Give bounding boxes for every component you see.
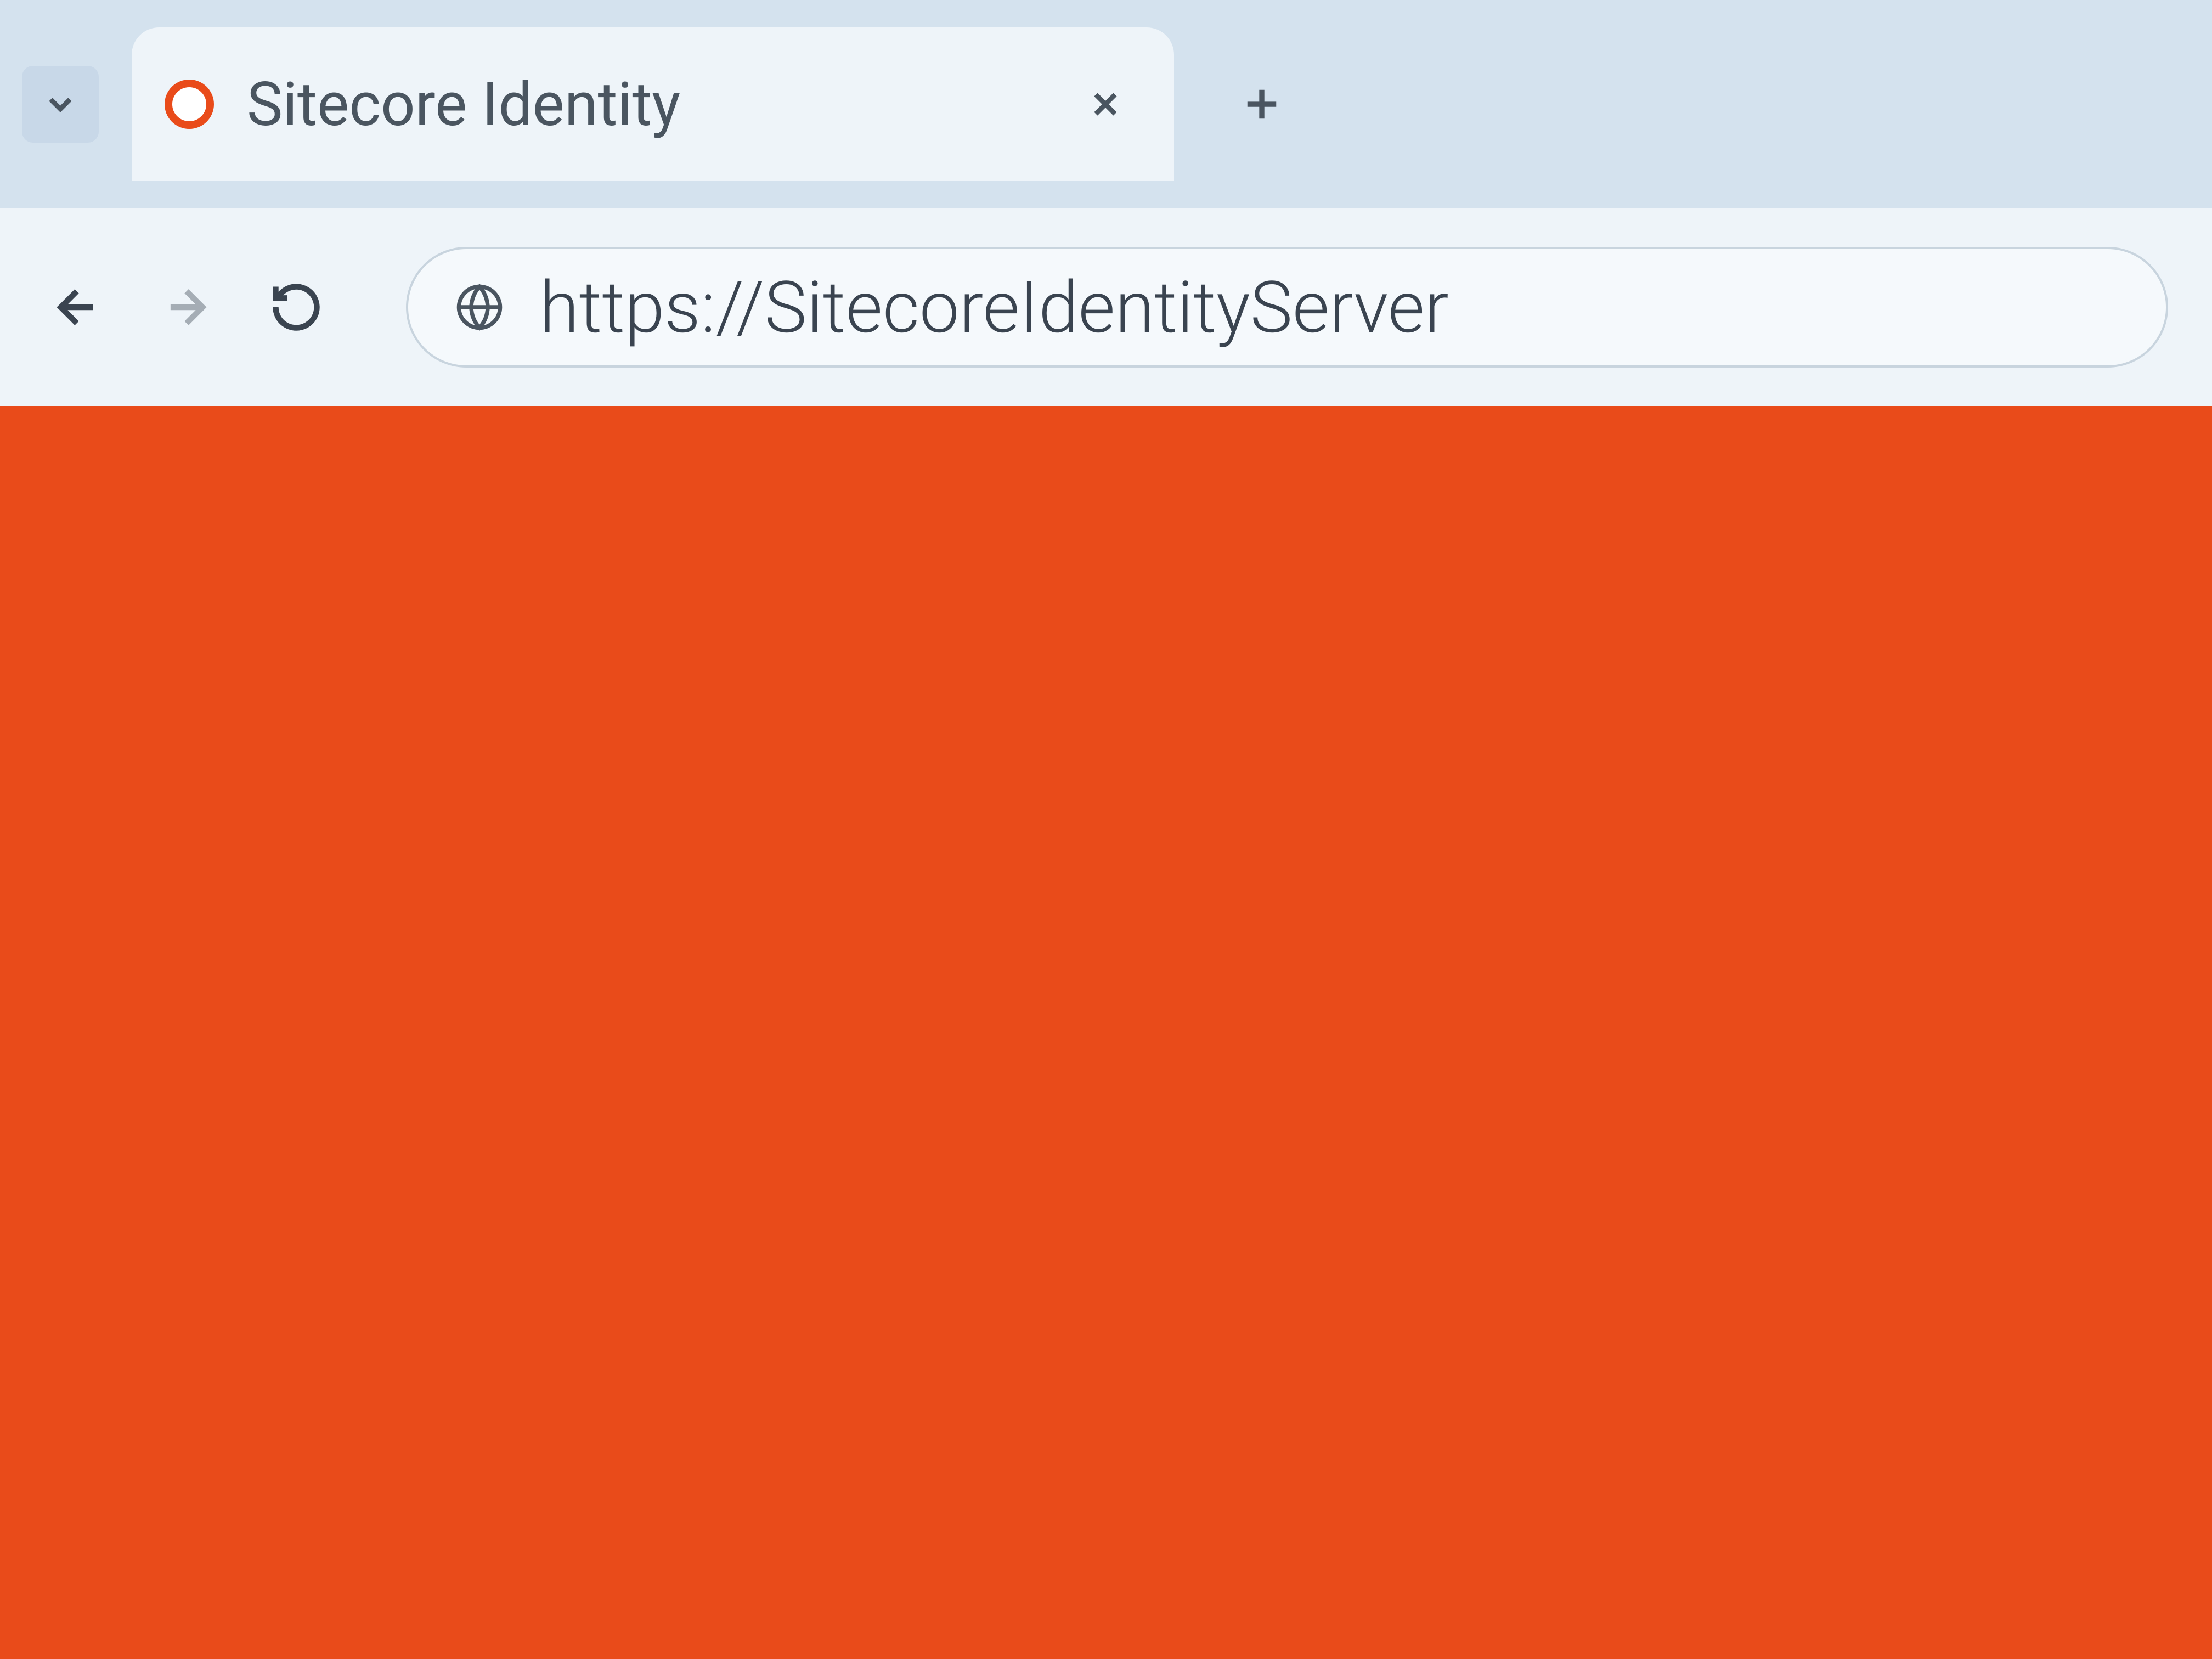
tab-title: Sitecore Identity (247, 69, 1081, 140)
address-bar[interactable]: https://SitecoreIdentityServer (406, 247, 2168, 368)
browser-toolbar: https://SitecoreIdentityServer (0, 208, 2212, 406)
reload-button[interactable] (263, 274, 329, 340)
reload-icon (269, 280, 324, 335)
globe-icon (455, 283, 504, 332)
browser-tab[interactable]: Sitecore Identity (132, 27, 1174, 181)
tab-favicon-icon (165, 80, 214, 129)
close-icon (1086, 85, 1125, 123)
forward-button[interactable] (154, 274, 219, 340)
tab-close-button[interactable] (1081, 80, 1130, 129)
tab-strip: Sitecore Identity (0, 0, 2212, 208)
new-tab-button[interactable] (1229, 71, 1295, 137)
arrow-left-icon (49, 280, 104, 335)
plus-icon (1237, 80, 1286, 129)
chevron-down-icon (41, 85, 80, 123)
site-info-button[interactable] (452, 280, 507, 335)
browser-chrome: Sitecore Identity (0, 0, 2212, 406)
back-button[interactable] (44, 274, 110, 340)
url-text: https://SitecoreIdentityServer (540, 266, 1449, 349)
page-content (0, 406, 2212, 1659)
arrow-right-icon (159, 280, 214, 335)
tab-search-dropdown[interactable] (22, 66, 99, 143)
